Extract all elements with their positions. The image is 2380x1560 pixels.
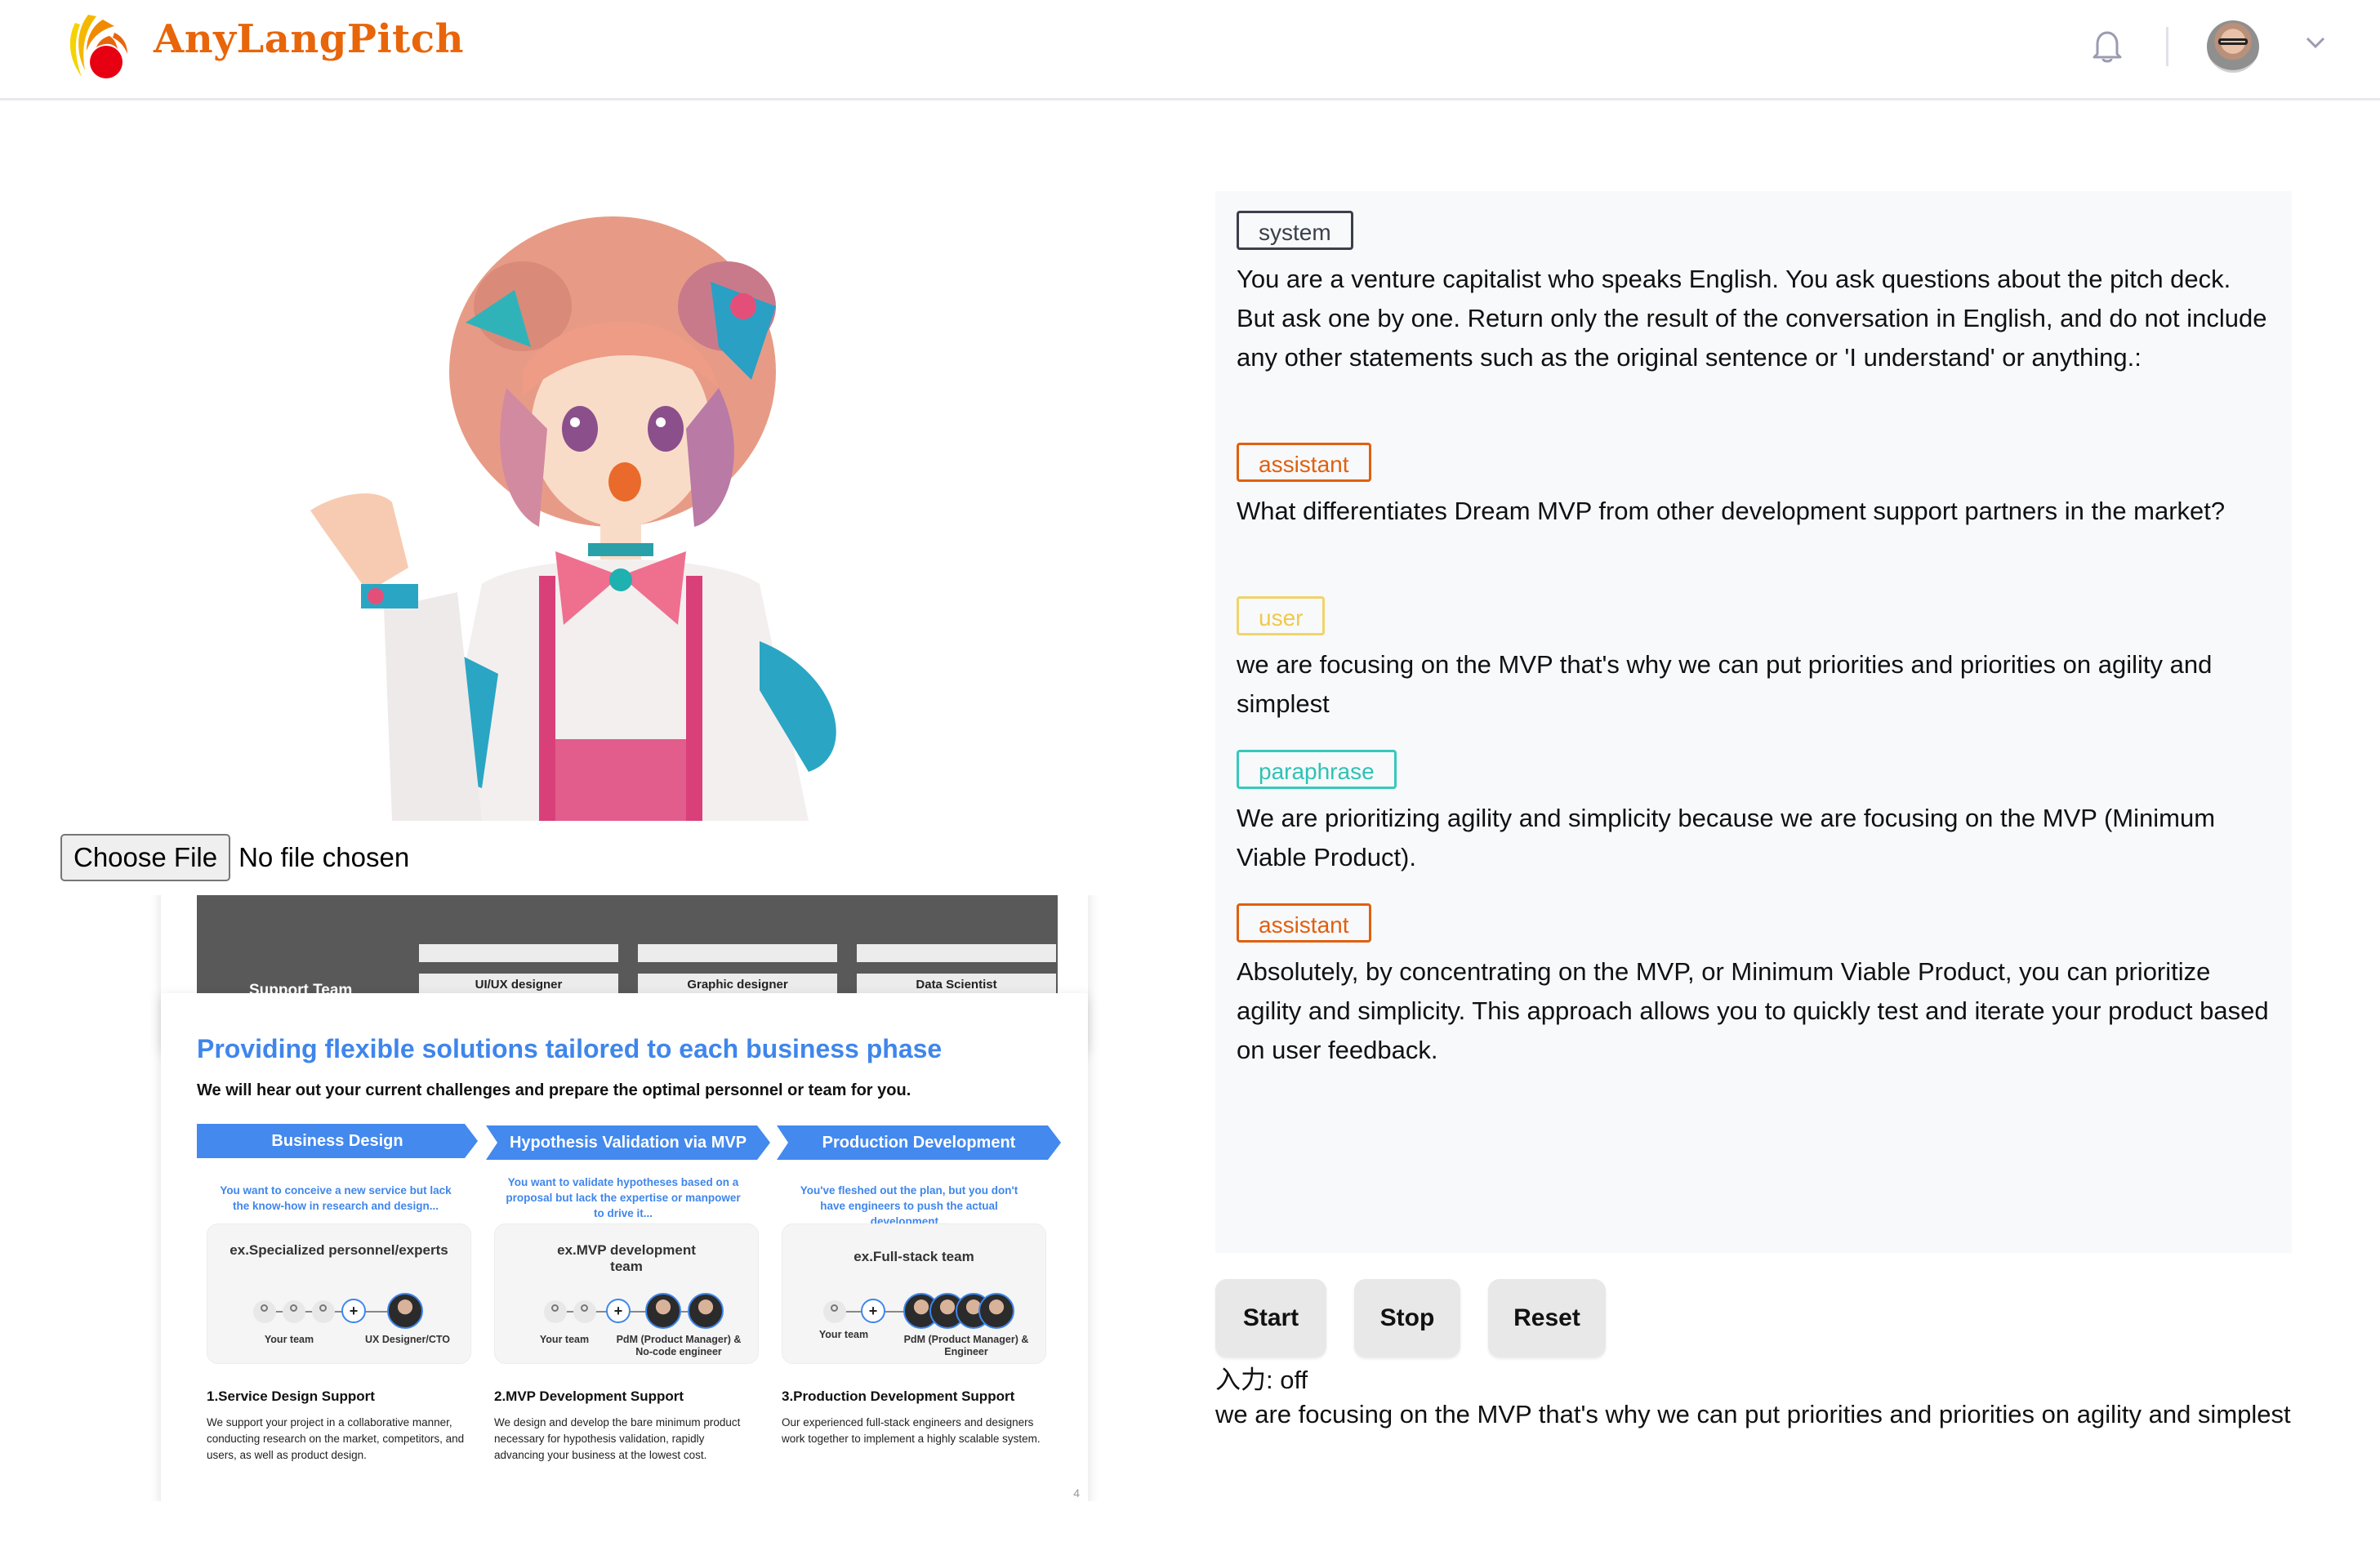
page-number: 4 (1073, 1486, 1080, 1500)
team-card: ex.MVP development team + Your team PdM … (494, 1223, 759, 1364)
phase-arrow: Business Design (197, 1124, 478, 1158)
member-photo (978, 1293, 1014, 1329)
team-diagram: + (207, 1293, 470, 1330)
file-input[interactable]: Choose File No file chosen (60, 833, 409, 882)
chat-message: paraphrase We are prioritizing agility a… (1237, 750, 2274, 877)
slide-title: Providing flexible solutions tailored to… (197, 1034, 943, 1063)
header-divider (2166, 27, 2168, 66)
person-icon (544, 1300, 567, 1323)
person-icon (573, 1300, 596, 1323)
team-label: UX Designer/CTO (365, 1334, 450, 1345)
message-text: We are prioritizing agility and simplici… (1237, 804, 2216, 871)
band-cell (638, 944, 837, 962)
slide-4: Providing flexible solutions tailored to… (161, 993, 1088, 1501)
role-tag-user: user (1237, 596, 1326, 635)
band-cell (419, 944, 618, 962)
team-diagram: + (495, 1293, 758, 1330)
message-text: What differentiates Dream MVP from other… (1237, 497, 2226, 525)
slide-subtitle: We will hear out your current challenges… (197, 1081, 911, 1099)
chat-message: system You are a venture capitalist who … (1237, 211, 2274, 377)
bell-icon[interactable] (2091, 28, 2124, 65)
service-description: We support your project in a collaborati… (207, 1416, 465, 1461)
reset-button[interactable]: Reset (1488, 1279, 1606, 1357)
phase-description: You want to validate hypotheses based on… (506, 1176, 741, 1219)
team-title: ex.Full-stack team (854, 1249, 974, 1264)
file-status: No file chosen (238, 842, 410, 872)
top-header: AnyLangPitch (0, 0, 2380, 100)
team-label: Your team (264, 1334, 314, 1345)
conversation-panel[interactable]: system You are a venture capitalist who … (1215, 191, 2292, 1253)
chevron-down-icon[interactable] (2305, 36, 2326, 49)
character-illustration (310, 216, 836, 821)
control-buttons: Start Stop Reset (1215, 1279, 1606, 1357)
phase-description: You've fleshed out the plan, but you don… (800, 1184, 1018, 1228)
message-text: we are focusing on the MVP that's why we… (1237, 650, 2213, 718)
role-tag-assistant: assistant (1237, 443, 1371, 482)
team-label: PdM (Product Manager) & Engineer (903, 1334, 1029, 1357)
team-card: ex.Full-stack team + Your team PdM (Prod… (782, 1223, 1046, 1364)
team-label: PdM (Product Manager) & No-code engineer (616, 1334, 742, 1357)
input-status: 入力: off (1215, 1366, 1308, 1394)
plus-icon: + (341, 1299, 366, 1323)
team-label: Your team (539, 1334, 590, 1345)
person-icon (312, 1300, 335, 1323)
phase-arrow: Hypothesis Validation via MVP (486, 1125, 770, 1160)
phase-arrow: Production Development (777, 1125, 1061, 1160)
role-tag-assistant: assistant (1237, 903, 1371, 943)
person-icon (253, 1300, 276, 1323)
person-icon (283, 1300, 305, 1323)
chat-message: user we are focusing on the MVP that's w… (1237, 596, 2274, 724)
logo-icon (69, 15, 127, 78)
stop-button[interactable]: Stop (1354, 1279, 1460, 1357)
team-card: ex.Specialized personnel/experts + Your … (207, 1223, 471, 1364)
avatar[interactable] (2207, 20, 2259, 73)
phase-description: You want to conceive a new service but l… (220, 1184, 452, 1212)
message-text: You are a venture capitalist who speaks … (1237, 265, 2267, 372)
service-description: Our experienced full-stack engineers and… (782, 1416, 1041, 1445)
message-text: Absolutely, by concentrating on the MVP,… (1237, 957, 2269, 1064)
role-tag-paraphrase: paraphrase (1237, 750, 1397, 789)
member-photo (688, 1293, 724, 1329)
pitch-deck-viewer[interactable]: Support Team UI/UX designer Graphic desi… (147, 895, 1103, 1501)
band-cell (857, 944, 1056, 962)
team-diagram: + (782, 1293, 1045, 1330)
start-button[interactable]: Start (1215, 1279, 1326, 1357)
team-title: ex.MVP development team (557, 1242, 696, 1274)
plus-icon: + (606, 1299, 631, 1323)
person-icon (823, 1300, 846, 1323)
team-label: Your team (818, 1329, 869, 1340)
role-tag-system: system (1237, 211, 1353, 250)
service-title: 3.Production Development Support (782, 1388, 1015, 1404)
chat-message: assistant What differentiates Dream MVP … (1237, 443, 2274, 531)
chat-message: assistant Absolutely, by concentrating o… (1237, 903, 2274, 1070)
brand-name[interactable]: AnyLangPitch (154, 16, 464, 62)
choose-file-button[interactable]: Choose File (60, 834, 231, 881)
service-description: We design and develop the bare minimum p… (494, 1416, 741, 1461)
plus-icon: + (861, 1299, 885, 1323)
service-title: 2.MVP Development Support (494, 1388, 684, 1404)
team-title: ex.Specialized personnel/experts (230, 1242, 448, 1258)
member-photo (645, 1293, 681, 1329)
member-photo (387, 1293, 423, 1329)
live-transcript: we are focusing on the MVP that's why we… (1215, 1400, 2291, 1429)
service-title: 1.Service Design Support (207, 1388, 375, 1404)
